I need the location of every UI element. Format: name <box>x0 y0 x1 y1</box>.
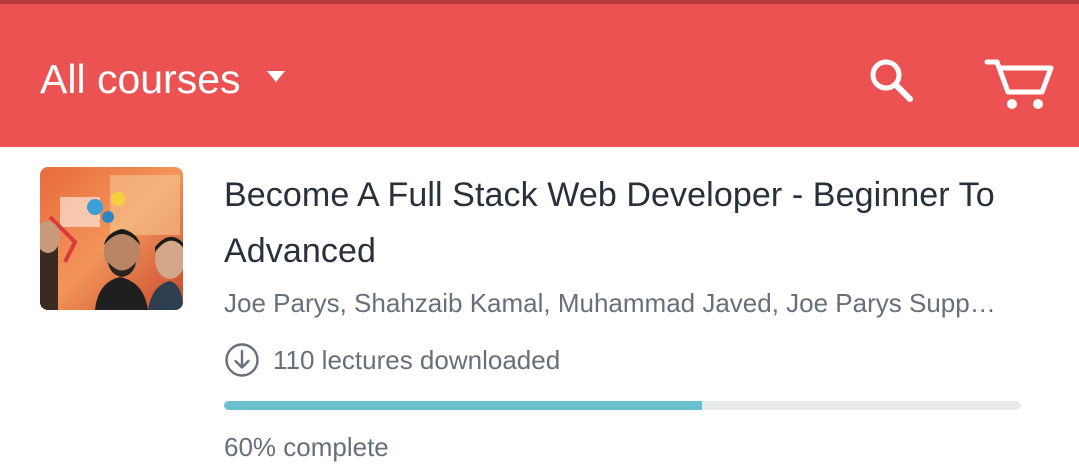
app-bar: All courses <box>0 4 1079 147</box>
page-title: All courses <box>40 56 241 102</box>
downloads-text: 110 lectures downloaded <box>273 345 561 375</box>
cart-button[interactable] <box>984 54 1056 112</box>
downloads-status: 110 lectures downloaded <box>224 342 560 378</box>
course-card[interactable]: Become A Full Stack Web Developer - Begi… <box>0 147 1079 475</box>
download-circle-icon <box>225 343 259 377</box>
course-filter-dropdown[interactable]: All courses <box>40 57 285 101</box>
progress-complete-text: 60% complete <box>224 432 389 462</box>
cart-icon <box>984 59 1054 109</box>
course-authors: Joe Parys, Shahzaib Kamal, Muhammad Jave… <box>224 288 996 318</box>
search-button[interactable] <box>866 56 916 106</box>
course-title[interactable]: Become A Full Stack Web Developer - Begi… <box>224 167 1044 279</box>
search-icon <box>870 59 913 102</box>
progress-bar <box>224 401 1021 410</box>
course-thumbnail[interactable] <box>40 167 183 310</box>
progress-bar-fill <box>224 401 703 410</box>
caret-down-icon <box>266 70 285 82</box>
